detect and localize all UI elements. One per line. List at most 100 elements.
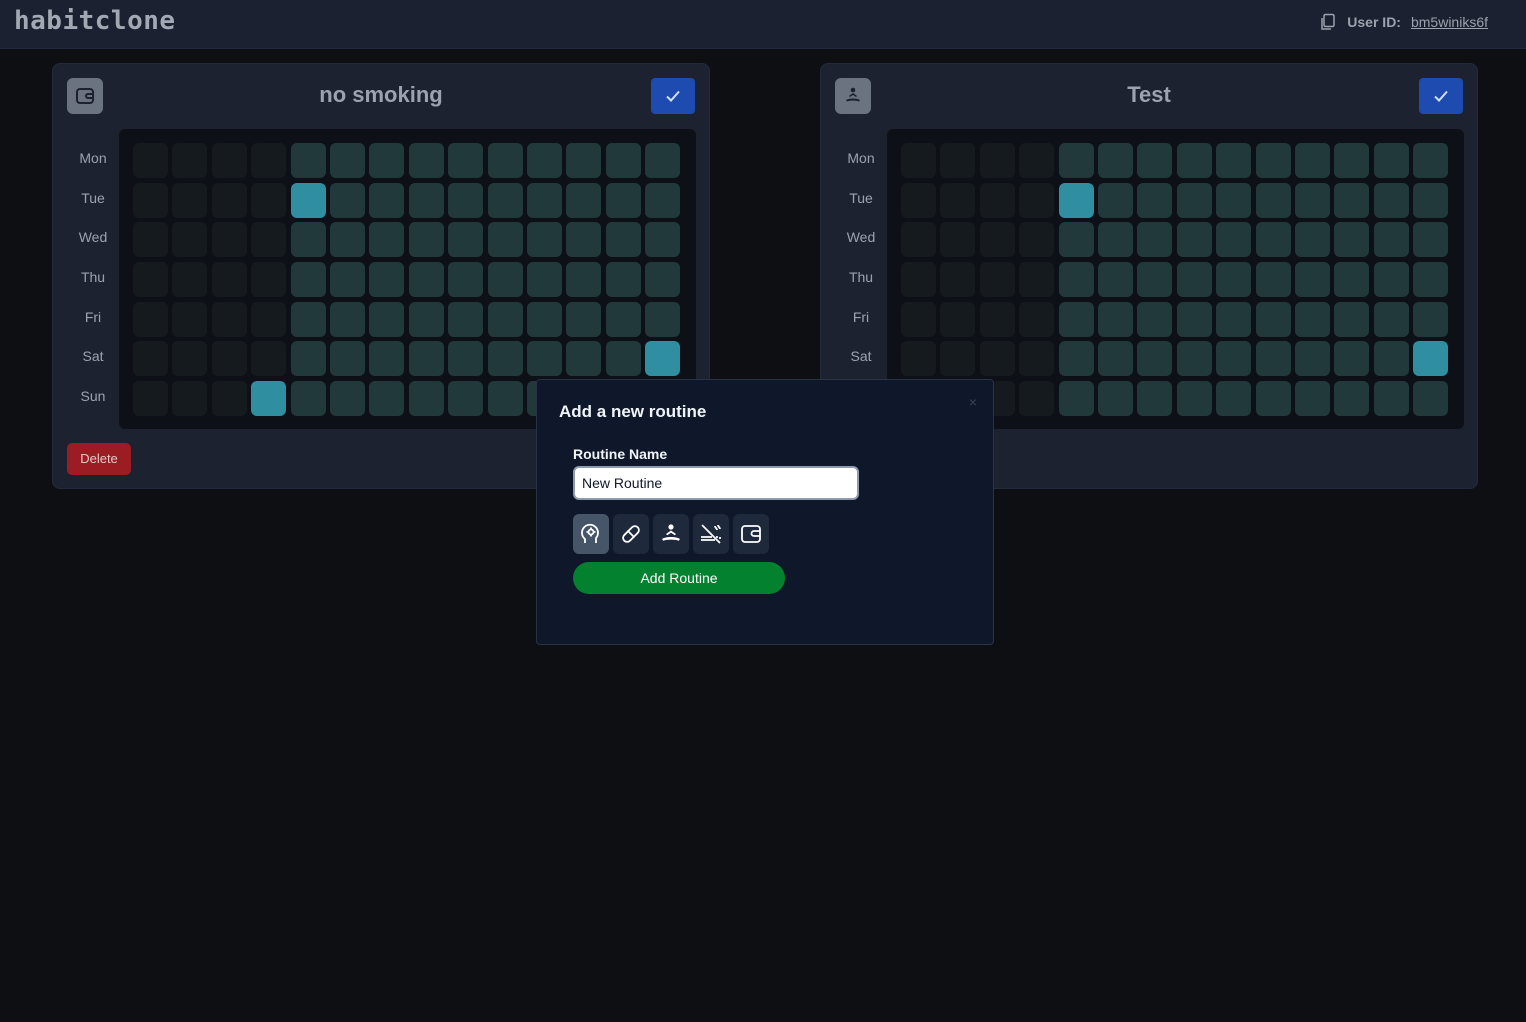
day-cell[interactable] [251, 301, 287, 337]
day-cell[interactable] [1373, 143, 1409, 178]
day-cell[interactable] [290, 381, 326, 417]
day-cell[interactable] [1294, 341, 1330, 377]
day-cell[interactable] [1255, 182, 1291, 218]
day-cell[interactable] [369, 301, 405, 337]
day-cell[interactable] [1334, 143, 1370, 178]
day-cell[interactable] [1216, 381, 1252, 417]
day-cell[interactable] [172, 222, 208, 258]
day-cell[interactable] [448, 262, 484, 298]
day-cell[interactable] [901, 143, 936, 178]
meditation-icon[interactable] [653, 514, 689, 554]
day-cell[interactable] [1058, 381, 1094, 417]
day-cell[interactable] [1373, 222, 1409, 258]
day-cell[interactable] [1255, 341, 1291, 377]
no-smoking-icon[interactable] [693, 514, 729, 554]
day-cell[interactable] [448, 301, 484, 337]
day-cell[interactable] [211, 381, 247, 417]
day-cell[interactable] [133, 222, 168, 258]
day-cell[interactable] [1137, 341, 1173, 377]
day-cell[interactable] [487, 341, 523, 377]
day-cell[interactable] [1334, 222, 1370, 258]
day-cell[interactable] [329, 182, 365, 218]
day-cell[interactable] [940, 182, 976, 218]
day-cell[interactable] [1019, 262, 1055, 298]
day-cell[interactable] [1058, 143, 1094, 178]
day-cell[interactable] [1294, 222, 1330, 258]
day-cell[interactable] [1137, 222, 1173, 258]
day-cell[interactable] [1176, 222, 1212, 258]
day-cell[interactable] [133, 381, 168, 417]
day-cell[interactable] [1334, 262, 1370, 298]
day-cell[interactable] [329, 222, 365, 258]
day-cell[interactable] [448, 341, 484, 377]
day-cell[interactable] [1373, 301, 1409, 337]
mark-done-button[interactable] [651, 78, 695, 114]
day-cell[interactable] [172, 182, 208, 218]
day-cell[interactable] [1176, 301, 1212, 337]
day-cell[interactable] [1294, 301, 1330, 337]
day-cell[interactable] [566, 301, 602, 337]
day-cell[interactable] [211, 262, 247, 298]
day-cell[interactable] [1019, 301, 1055, 337]
wallet-icon[interactable] [67, 78, 103, 114]
day-cell[interactable] [133, 262, 168, 298]
day-cell[interactable] [1373, 341, 1409, 377]
day-cell[interactable] [901, 262, 936, 298]
day-cell[interactable] [1176, 381, 1212, 417]
day-cell[interactable] [1097, 222, 1133, 258]
day-cell[interactable] [1413, 301, 1449, 337]
day-cell[interactable] [1058, 301, 1094, 337]
day-cell[interactable] [1413, 341, 1449, 377]
day-cell[interactable] [979, 182, 1015, 218]
day-cell[interactable] [369, 262, 405, 298]
day-cell[interactable] [487, 262, 523, 298]
day-cell[interactable] [211, 182, 247, 218]
day-cell[interactable] [211, 143, 247, 178]
day-cell[interactable] [645, 301, 681, 337]
day-cell[interactable] [1216, 182, 1252, 218]
add-routine-button[interactable]: Add Routine [573, 562, 785, 594]
wallet-icon[interactable] [733, 514, 769, 554]
day-cell[interactable] [1058, 182, 1094, 218]
day-cell[interactable] [901, 301, 936, 337]
day-cell[interactable] [487, 222, 523, 258]
day-cell[interactable] [1373, 182, 1409, 218]
day-cell[interactable] [133, 143, 168, 178]
day-cell[interactable] [1176, 143, 1212, 178]
day-cell[interactable] [290, 341, 326, 377]
day-cell[interactable] [290, 143, 326, 178]
head-gear-icon[interactable] [573, 514, 609, 554]
day-cell[interactable] [1097, 182, 1133, 218]
day-cell[interactable] [290, 301, 326, 337]
day-cell[interactable] [251, 381, 287, 417]
day-cell[interactable] [1334, 182, 1370, 218]
user-id-link[interactable]: bm5winiks6f [1411, 14, 1488, 30]
day-cell[interactable] [605, 262, 641, 298]
day-cell[interactable] [979, 301, 1015, 337]
day-cell[interactable] [172, 341, 208, 377]
day-cell[interactable] [408, 341, 444, 377]
day-cell[interactable] [1255, 381, 1291, 417]
day-cell[interactable] [1294, 182, 1330, 218]
day-cell[interactable] [369, 381, 405, 417]
day-cell[interactable] [133, 301, 168, 337]
day-cell[interactable] [211, 222, 247, 258]
day-cell[interactable] [605, 222, 641, 258]
day-cell[interactable] [605, 143, 641, 178]
day-cell[interactable] [526, 301, 562, 337]
day-cell[interactable] [940, 143, 976, 178]
day-cell[interactable] [487, 182, 523, 218]
day-cell[interactable] [211, 341, 247, 377]
day-cell[interactable] [526, 222, 562, 258]
day-cell[interactable] [940, 222, 976, 258]
day-cell[interactable] [979, 143, 1015, 178]
day-cell[interactable] [251, 222, 287, 258]
day-cell[interactable] [1137, 381, 1173, 417]
day-cell[interactable] [1019, 381, 1055, 417]
day-cell[interactable] [251, 341, 287, 377]
day-cell[interactable] [329, 143, 365, 178]
day-cell[interactable] [408, 182, 444, 218]
copy-icon[interactable] [1319, 13, 1337, 31]
day-cell[interactable] [1019, 341, 1055, 377]
day-cell[interactable] [901, 341, 936, 377]
